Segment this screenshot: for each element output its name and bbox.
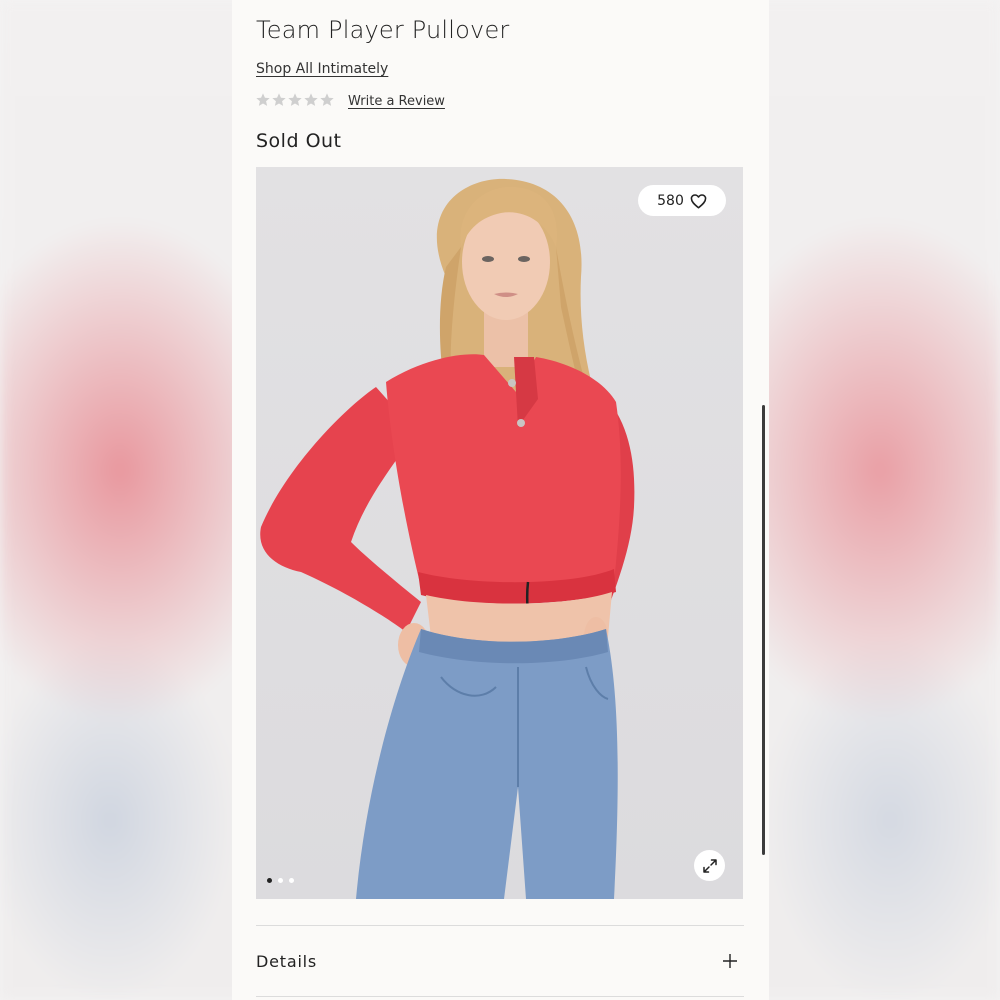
carousel-dot[interactable] xyxy=(278,878,283,883)
favorite-button[interactable]: 580 xyxy=(638,185,726,216)
write-review-link[interactable]: Write a Review xyxy=(348,94,445,109)
star-icon xyxy=(320,93,334,106)
carousel-dot[interactable] xyxy=(267,878,272,883)
like-count: 580 xyxy=(657,192,684,209)
carousel-dot[interactable] xyxy=(289,878,294,883)
plus-icon[interactable] xyxy=(722,953,738,969)
star-icon xyxy=(304,93,318,106)
model-photo xyxy=(260,178,635,899)
carousel-dots xyxy=(267,878,294,883)
scrollbar[interactable] xyxy=(762,405,765,855)
star-icon xyxy=(288,93,302,106)
expand-image-button[interactable] xyxy=(694,850,725,881)
divider xyxy=(256,996,744,997)
expand-icon xyxy=(702,858,717,873)
product-image[interactable]: 580 xyxy=(256,167,743,899)
product-title: Team Player Pullover xyxy=(256,16,510,44)
availability-status: Sold Out xyxy=(256,130,342,152)
details-label: Details xyxy=(256,951,318,971)
product-page: Team Player Pullover Shop All Intimately… xyxy=(232,0,769,1000)
heart-icon xyxy=(690,193,707,209)
star-icon xyxy=(256,93,270,106)
details-accordion[interactable]: Details xyxy=(256,926,744,996)
rating-stars xyxy=(255,92,335,108)
shop-all-link[interactable]: Shop All Intimately xyxy=(256,61,388,77)
star-icon xyxy=(272,93,286,106)
